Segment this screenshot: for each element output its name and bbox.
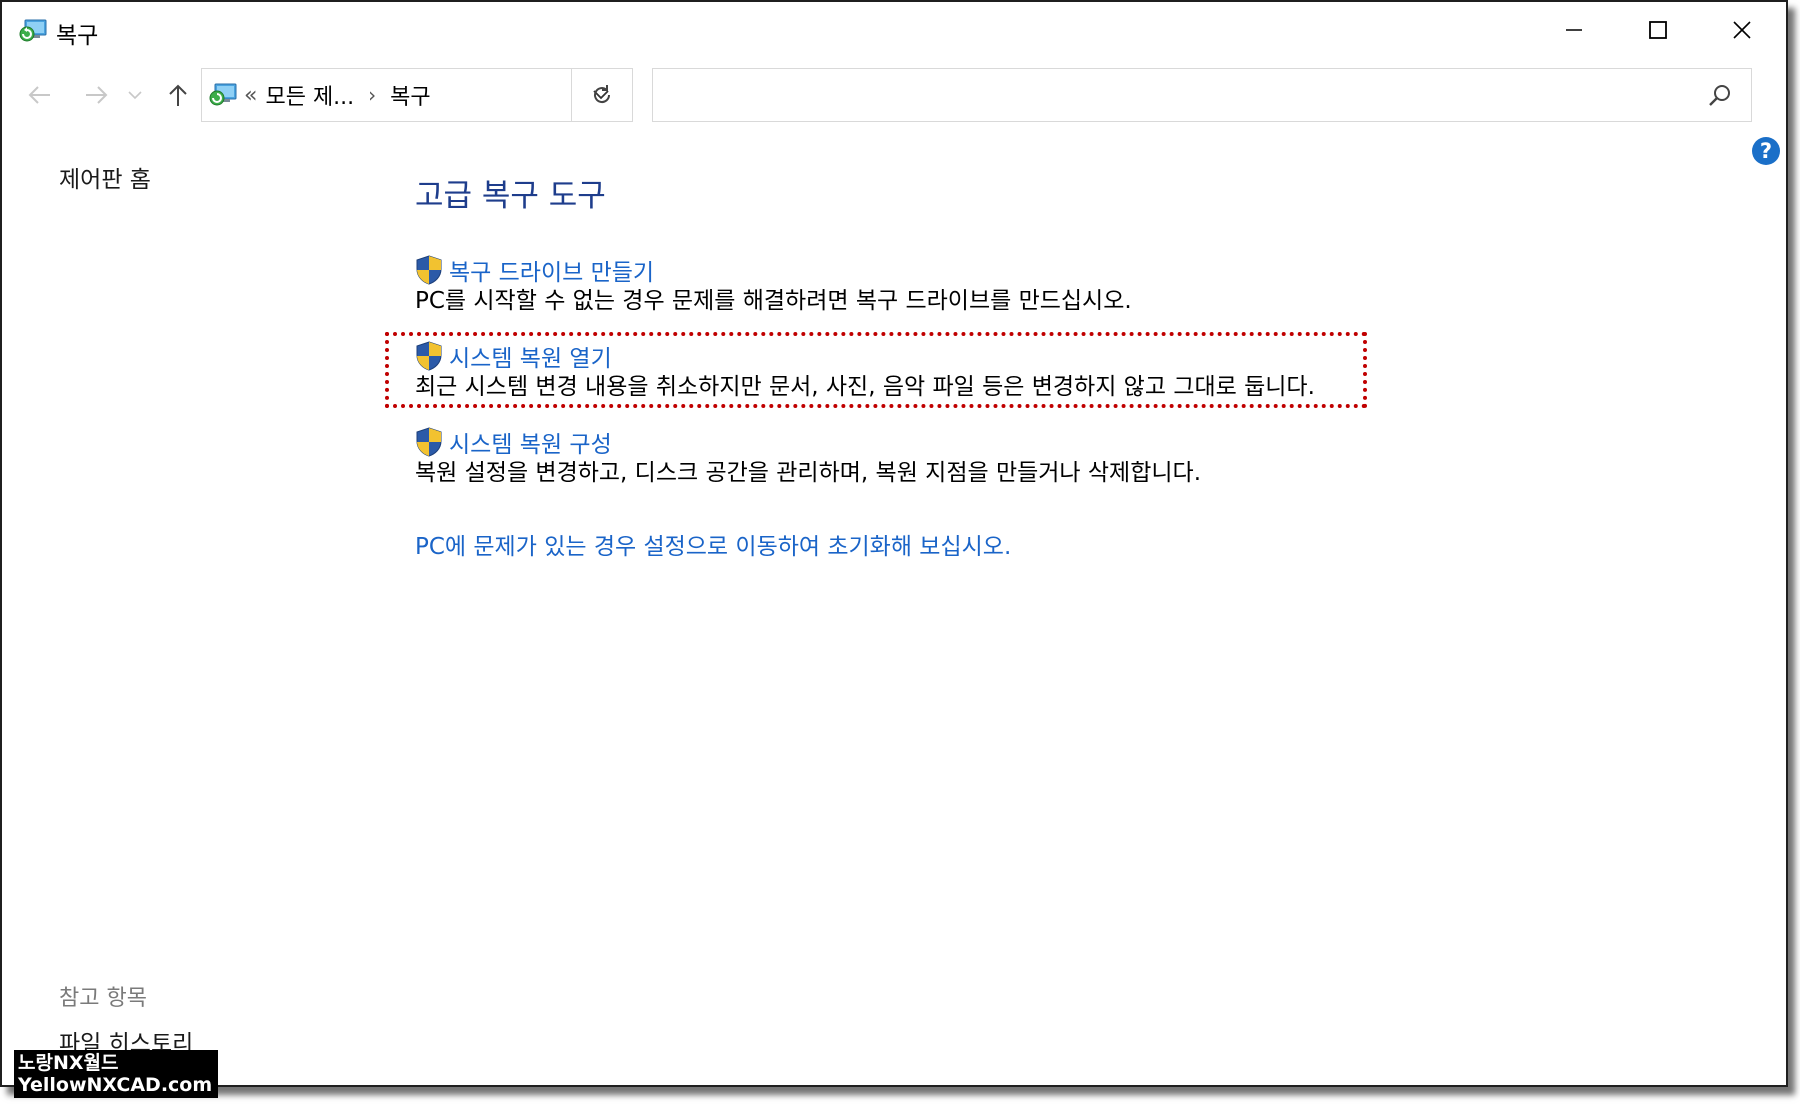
create-recovery-drive-link[interactable]: 복구 드라이브 만들기 bbox=[415, 254, 1132, 286]
search-box[interactable] bbox=[652, 68, 1752, 122]
reset-pc-link[interactable]: PC에 문제가 있는 경우 설정으로 이동하여 초기화해 보십시오. bbox=[415, 527, 1011, 561]
recovery-icon bbox=[19, 19, 47, 42]
breadcrumb-recovery[interactable]: 복구 bbox=[390, 79, 430, 111]
recovery-icon bbox=[209, 83, 237, 106]
address-overflow-chevron[interactable]: « bbox=[244, 83, 257, 108]
arrow-left-icon bbox=[28, 86, 50, 104]
navigation-bar: « 모든 제... › 복구 bbox=[2, 64, 1786, 124]
recovery-option: 시스템 복원 구성 복원 설정을 변경하고, 디스크 공간을 관리하며, 복원 … bbox=[415, 426, 1201, 488]
maximize-icon bbox=[1649, 21, 1667, 39]
configure-system-restore-link[interactable]: 시스템 복원 구성 bbox=[415, 426, 1201, 458]
refresh-icon bbox=[594, 85, 611, 104]
close-icon bbox=[1733, 21, 1751, 39]
up-button[interactable] bbox=[158, 78, 198, 112]
back-button[interactable] bbox=[20, 78, 60, 112]
configure-system-restore-label[interactable]: 시스템 복원 구성 bbox=[449, 425, 612, 459]
breadcrumb-separator[interactable]: › bbox=[368, 83, 376, 107]
control-panel-home-link[interactable]: 제어판 홈 bbox=[59, 160, 151, 194]
search-input[interactable] bbox=[663, 77, 1687, 115]
create-recovery-drive-label[interactable]: 복구 드라이브 만들기 bbox=[449, 253, 654, 287]
minimize-icon bbox=[1566, 29, 1582, 31]
forward-button[interactable] bbox=[76, 78, 116, 112]
watermark-line2: YellowNXCAD.com bbox=[18, 1074, 213, 1096]
see-also-heading: 참고 항목 bbox=[59, 986, 147, 1011]
window-title: 복구 bbox=[56, 23, 99, 49]
watermark-logo: 노랑NX월드 YellowNXCAD.com bbox=[14, 1050, 218, 1098]
title-bar: 복구 bbox=[2, 2, 1786, 58]
highlight-annotation-box bbox=[385, 332, 1367, 408]
page-title: 고급 복구 도구 bbox=[415, 178, 606, 214]
recovery-option: 복구 드라이브 만들기 PC를 시작할 수 없는 경우 문제를 해결하려면 복구… bbox=[415, 254, 1132, 316]
arrow-right-icon bbox=[86, 86, 108, 104]
close-button[interactable] bbox=[1700, 2, 1784, 58]
chevron-down-icon bbox=[128, 91, 142, 100]
control-panel-window: 복구 « 모든 제... › 복구 ? 제어판 홈 참고 항목 파일 히스토리 … bbox=[0, 0, 1788, 1087]
address-bar[interactable]: « 모든 제... › 복구 bbox=[201, 68, 633, 122]
arrow-up-icon bbox=[169, 84, 187, 106]
minimize-button[interactable] bbox=[1532, 2, 1616, 58]
watermark-line1: 노랑NX월드 bbox=[18, 1052, 119, 1074]
uac-shield-icon bbox=[416, 255, 442, 285]
refresh-button[interactable] bbox=[571, 68, 633, 122]
search-icon[interactable] bbox=[1707, 83, 1733, 109]
help-button[interactable]: ? bbox=[1752, 137, 1780, 165]
maximize-button[interactable] bbox=[1616, 2, 1700, 58]
recent-locations-button[interactable] bbox=[122, 78, 148, 112]
breadcrumb-all-control-panel[interactable]: 모든 제... bbox=[265, 79, 354, 111]
uac-shield-icon bbox=[416, 427, 442, 457]
configure-system-restore-description: 복원 설정을 변경하고, 디스크 공간을 관리하며, 복원 지점을 만들거나 삭… bbox=[415, 460, 1202, 486]
create-recovery-drive-description: PC를 시작할 수 없는 경우 문제를 해결하려면 복구 드라이브를 만드십시오… bbox=[415, 288, 1132, 314]
